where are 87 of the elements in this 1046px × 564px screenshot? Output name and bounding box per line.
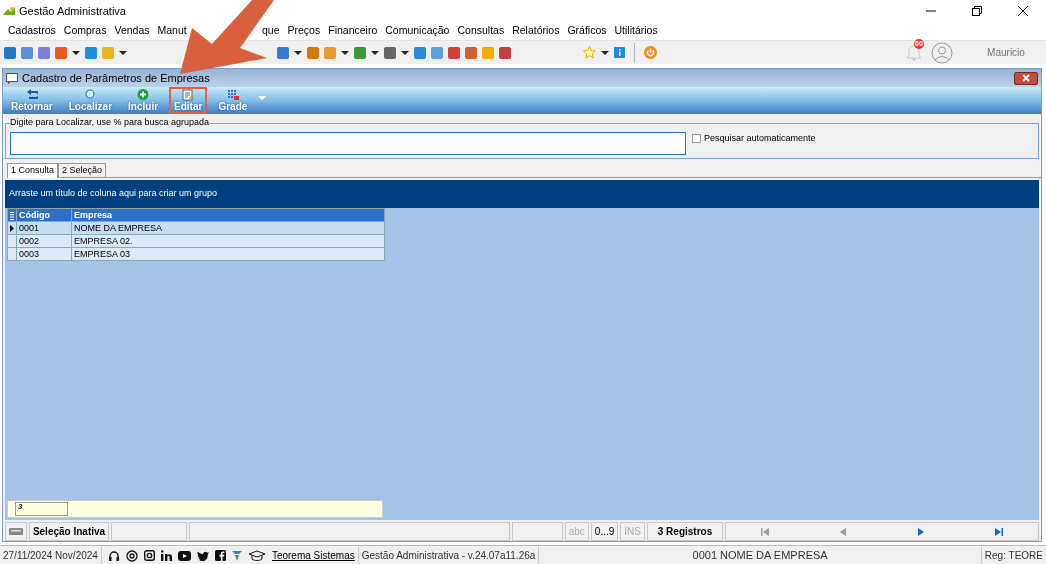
menu-item[interactable]: Cadastros bbox=[4, 23, 60, 38]
toolbar-icon[interactable] bbox=[448, 46, 460, 59]
star-icon[interactable] bbox=[583, 46, 596, 59]
version-label: Gestão Administrativa - v.24.07a11.26a bbox=[358, 546, 540, 564]
status-indicator: INS bbox=[620, 522, 645, 541]
status-indicator: abc bbox=[564, 522, 589, 541]
search-icon bbox=[84, 89, 97, 101]
selection-status: Seleção Inativa bbox=[29, 522, 109, 541]
keyboard-icon bbox=[9, 528, 23, 535]
brand-logo-icon[interactable] bbox=[231, 550, 242, 561]
toolbar-icon[interactable] bbox=[465, 46, 477, 59]
menu-item[interactable]: Relatórios bbox=[508, 23, 564, 38]
search-legend: Digite para Localizar, use % para busca agrupada bbox=[10, 117, 210, 127]
facebook-icon[interactable] bbox=[214, 550, 226, 561]
dropdown-caret-icon[interactable] bbox=[72, 50, 80, 55]
dropdown-caret-icon[interactable] bbox=[401, 50, 409, 55]
last-arrow-icon bbox=[995, 527, 1003, 536]
bell-icon[interactable] bbox=[906, 42, 922, 61]
undo-arrow-icon bbox=[25, 89, 38, 101]
dropdown-caret-icon[interactable] bbox=[371, 50, 379, 55]
auto-search-checkbox[interactable]: Pesquisar automaticamente bbox=[692, 132, 816, 146]
record-total: 3 Registros bbox=[647, 522, 723, 541]
close-button[interactable] bbox=[1014, 71, 1038, 85]
menu-item[interactable]: Gráficos bbox=[563, 23, 611, 38]
grid-icon bbox=[226, 89, 239, 101]
dropdown-caret-icon[interactable] bbox=[601, 50, 609, 55]
group-panel: Arraste um título de coluna aqui para criar um grupo bbox=[5, 180, 1039, 208]
record-count: 3 bbox=[15, 502, 68, 516]
headset-icon[interactable] bbox=[107, 549, 120, 562]
status-indicator: 0...9 bbox=[590, 522, 619, 541]
twitter-icon[interactable] bbox=[196, 550, 209, 561]
menu-item[interactable]: Utilitários bbox=[610, 23, 662, 38]
instagram-icon[interactable] bbox=[143, 550, 155, 561]
toolbar-icon[interactable] bbox=[499, 46, 511, 59]
toolbar-icon[interactable] bbox=[384, 46, 396, 59]
close-icon bbox=[1022, 74, 1030, 82]
prev-arrow-icon bbox=[839, 527, 847, 536]
child-window-title: Cadastro de Parâmetros de Empresas bbox=[22, 70, 210, 86]
company-link[interactable]: Teorema Sistemas bbox=[271, 548, 355, 563]
search-field[interactable] bbox=[10, 131, 686, 155]
toolbar-icon[interactable] bbox=[55, 46, 67, 59]
menu-item[interactable]: Preços bbox=[283, 23, 325, 38]
toolbar-icon[interactable] bbox=[38, 46, 50, 59]
current-record-label: 0001 NOME DA EMPRESA bbox=[539, 546, 982, 564]
menu-item[interactable]: que bbox=[258, 23, 284, 38]
form-icon bbox=[6, 72, 18, 84]
row-selector[interactable] bbox=[7, 221, 17, 235]
dropdown-caret-icon[interactable] bbox=[341, 50, 349, 55]
toolbar-icon[interactable] bbox=[85, 46, 97, 59]
info-icon[interactable] bbox=[614, 47, 625, 58]
restore-icon bbox=[972, 6, 982, 16]
row-indicator-icon bbox=[10, 224, 14, 232]
youtube-icon[interactable] bbox=[177, 550, 191, 561]
menu-item[interactable]: Vendas bbox=[110, 23, 154, 38]
tab[interactable]: 1 Consulta bbox=[7, 163, 59, 178]
column-header[interactable]: Código bbox=[16, 208, 72, 222]
toolbar-icon[interactable] bbox=[307, 46, 319, 59]
power-icon[interactable] bbox=[644, 46, 657, 59]
linkedin-icon[interactable] bbox=[160, 550, 172, 561]
toolbar-icon[interactable] bbox=[414, 46, 426, 59]
tab[interactable]: 2 Seleção bbox=[58, 163, 107, 177]
first-arrow-icon bbox=[761, 527, 769, 536]
menu-item[interactable]: Compras bbox=[59, 23, 111, 38]
toolbar-icon[interactable] bbox=[277, 46, 289, 59]
column-chooser-icon[interactable] bbox=[10, 211, 14, 220]
toolbar-icon[interactable] bbox=[431, 46, 443, 59]
user-name: Mauricio bbox=[986, 46, 1026, 60]
window-title: Gestão Administrativa bbox=[19, 3, 126, 19]
menu-item[interactable]: Comunicação bbox=[381, 23, 454, 38]
plus-icon bbox=[137, 89, 150, 101]
edit-icon bbox=[182, 89, 195, 101]
toolbar-icon[interactable] bbox=[4, 46, 16, 59]
user-avatar-icon[interactable] bbox=[931, 41, 953, 64]
toolbar-icon[interactable] bbox=[354, 46, 366, 59]
close-icon bbox=[1018, 6, 1028, 16]
menu-item[interactable]: Consultas bbox=[453, 23, 509, 38]
graduation-cap-icon[interactable] bbox=[247, 549, 266, 562]
toolbar-icon[interactable] bbox=[21, 46, 33, 59]
app-logo-icon bbox=[2, 5, 16, 17]
dropdown-caret-icon[interactable] bbox=[294, 50, 302, 55]
menu-item[interactable]: Manut bbox=[153, 23, 191, 38]
registration-label: Reg: TEORE bbox=[983, 549, 1044, 563]
dropdown-caret-icon[interactable] bbox=[119, 50, 127, 55]
date-label: 27/11/2024 Nov/2024 bbox=[0, 546, 102, 564]
menu-item[interactable]: Financeiro bbox=[324, 23, 382, 38]
next-arrow-icon bbox=[917, 527, 925, 536]
column-header[interactable]: Empresa bbox=[71, 208, 385, 222]
